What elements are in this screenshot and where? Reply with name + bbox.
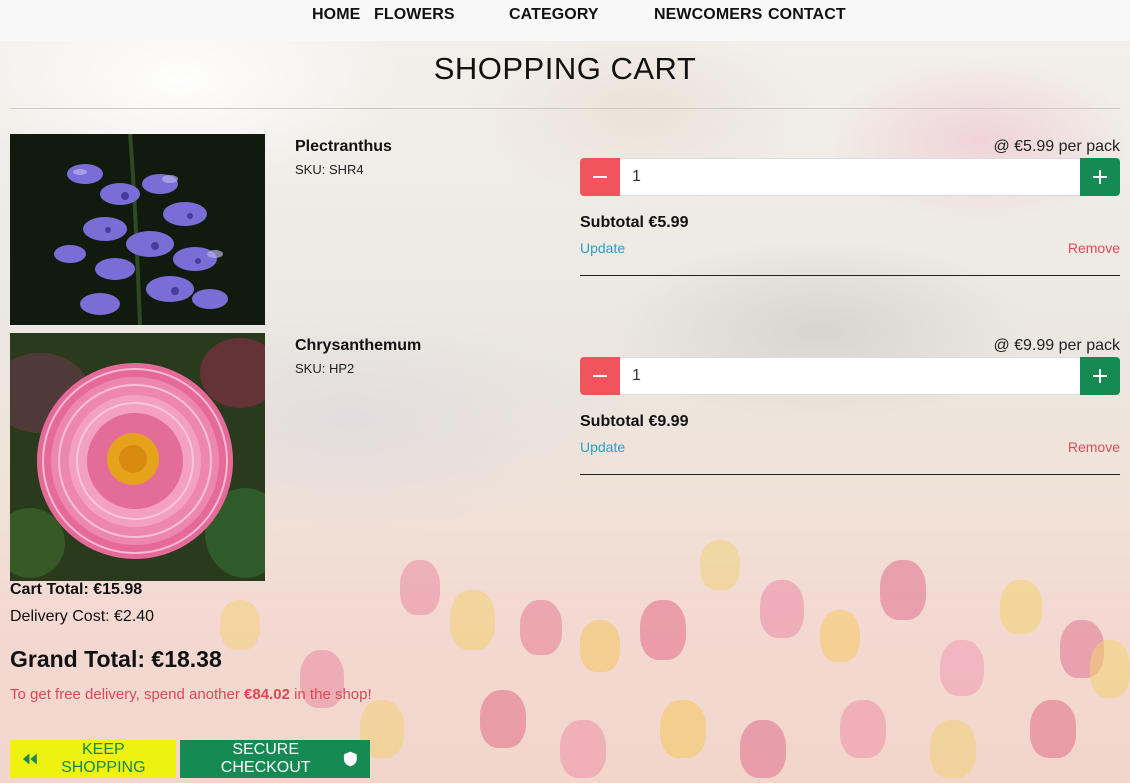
grand-total: Grand Total: €18.38 bbox=[10, 646, 222, 672]
free-delivery-message: To get free delivery, spend another €84.… bbox=[10, 686, 372, 703]
cart-totals: Cart Total: €15.98 Delivery Cost: €2.40 … bbox=[10, 580, 372, 703]
nav-link-category[interactable]: CATEGORY bbox=[509, 3, 599, 27]
product-name: Chrysanthemum bbox=[295, 337, 422, 354]
page-title: SHOPPING CART bbox=[433, 51, 697, 86]
top-navigation: HOME FLOWERS CATEGORY NEWCOMERS CONTACT bbox=[0, 0, 1130, 41]
product-price: @ €5.99 per pack bbox=[993, 138, 1120, 155]
nav-link-flowers[interactable]: FLOWERS bbox=[374, 3, 455, 27]
nav-link-contact[interactable]: CONTACT bbox=[768, 3, 846, 27]
product-image-plectranthus[interactable] bbox=[10, 134, 265, 325]
free-delivery-amount: €84.02 bbox=[244, 686, 290, 703]
shield-icon bbox=[344, 751, 358, 767]
increment-button[interactable] bbox=[1080, 357, 1120, 395]
product-price: @ €9.99 per pack bbox=[993, 337, 1120, 354]
decrement-button[interactable] bbox=[580, 357, 620, 395]
quantity-input[interactable] bbox=[620, 158, 1080, 196]
free-delivery-prefix: To get free delivery, spend another bbox=[10, 686, 245, 703]
cart-item: Plectranthus SKU: SHR4 @ €5.99 per pack … bbox=[10, 134, 1120, 325]
title-divider bbox=[10, 108, 1120, 109]
page: HOME FLOWERS CATEGORY NEWCOMERS CONTACT … bbox=[0, 0, 1130, 783]
plus-icon bbox=[1093, 369, 1107, 383]
quantity-input[interactable] bbox=[620, 357, 1080, 395]
cart-total: Cart Total: €15.98 bbox=[10, 581, 143, 598]
cart-item: Chrysanthemum SKU: HP2 @ €9.99 per pack … bbox=[10, 333, 1120, 581]
update-link[interactable]: Update bbox=[580, 240, 625, 256]
quantity-stepper bbox=[580, 357, 1120, 395]
double-chevron-left-icon bbox=[22, 753, 37, 765]
secure-checkout-button[interactable]: SECURE CHECKOUT bbox=[180, 740, 370, 778]
delivery-cost: Delivery Cost: €2.40 bbox=[10, 608, 155, 625]
product-name: Plectranthus bbox=[295, 138, 392, 155]
keep-shopping-label: KEEP SHOPPING bbox=[61, 741, 146, 776]
remove-link[interactable]: Remove bbox=[1068, 240, 1120, 256]
cart-actions: KEEP SHOPPING SECURE CHECKOUT bbox=[10, 740, 370, 778]
free-delivery-suffix: in the shop! bbox=[289, 686, 372, 703]
quantity-stepper bbox=[580, 158, 1120, 196]
product-sku: SKU: SHR4 bbox=[295, 162, 364, 177]
product-image-chrysanthemum[interactable] bbox=[10, 333, 265, 581]
item-subtotal: Subtotal €9.99 bbox=[580, 413, 689, 430]
minus-icon bbox=[593, 176, 607, 178]
remove-link[interactable]: Remove bbox=[1068, 439, 1120, 455]
nav-link-newcomers[interactable]: NEWCOMERS bbox=[654, 3, 762, 27]
secure-checkout-label: SECURE CHECKOUT bbox=[220, 741, 311, 776]
product-sku: SKU: HP2 bbox=[295, 361, 355, 376]
minus-icon bbox=[593, 375, 607, 377]
decrement-button[interactable] bbox=[580, 158, 620, 196]
nav-links: HOME FLOWERS CATEGORY NEWCOMERS CONTACT bbox=[0, 0, 1130, 41]
keep-shopping-button[interactable]: KEEP SHOPPING bbox=[10, 740, 176, 778]
item-divider bbox=[580, 474, 1120, 475]
plus-icon bbox=[1093, 170, 1107, 184]
nav-link-home[interactable]: HOME bbox=[312, 3, 360, 27]
update-link[interactable]: Update bbox=[580, 439, 625, 455]
item-subtotal: Subtotal €5.99 bbox=[580, 214, 689, 231]
item-divider bbox=[580, 275, 1120, 276]
increment-button[interactable] bbox=[1080, 158, 1120, 196]
